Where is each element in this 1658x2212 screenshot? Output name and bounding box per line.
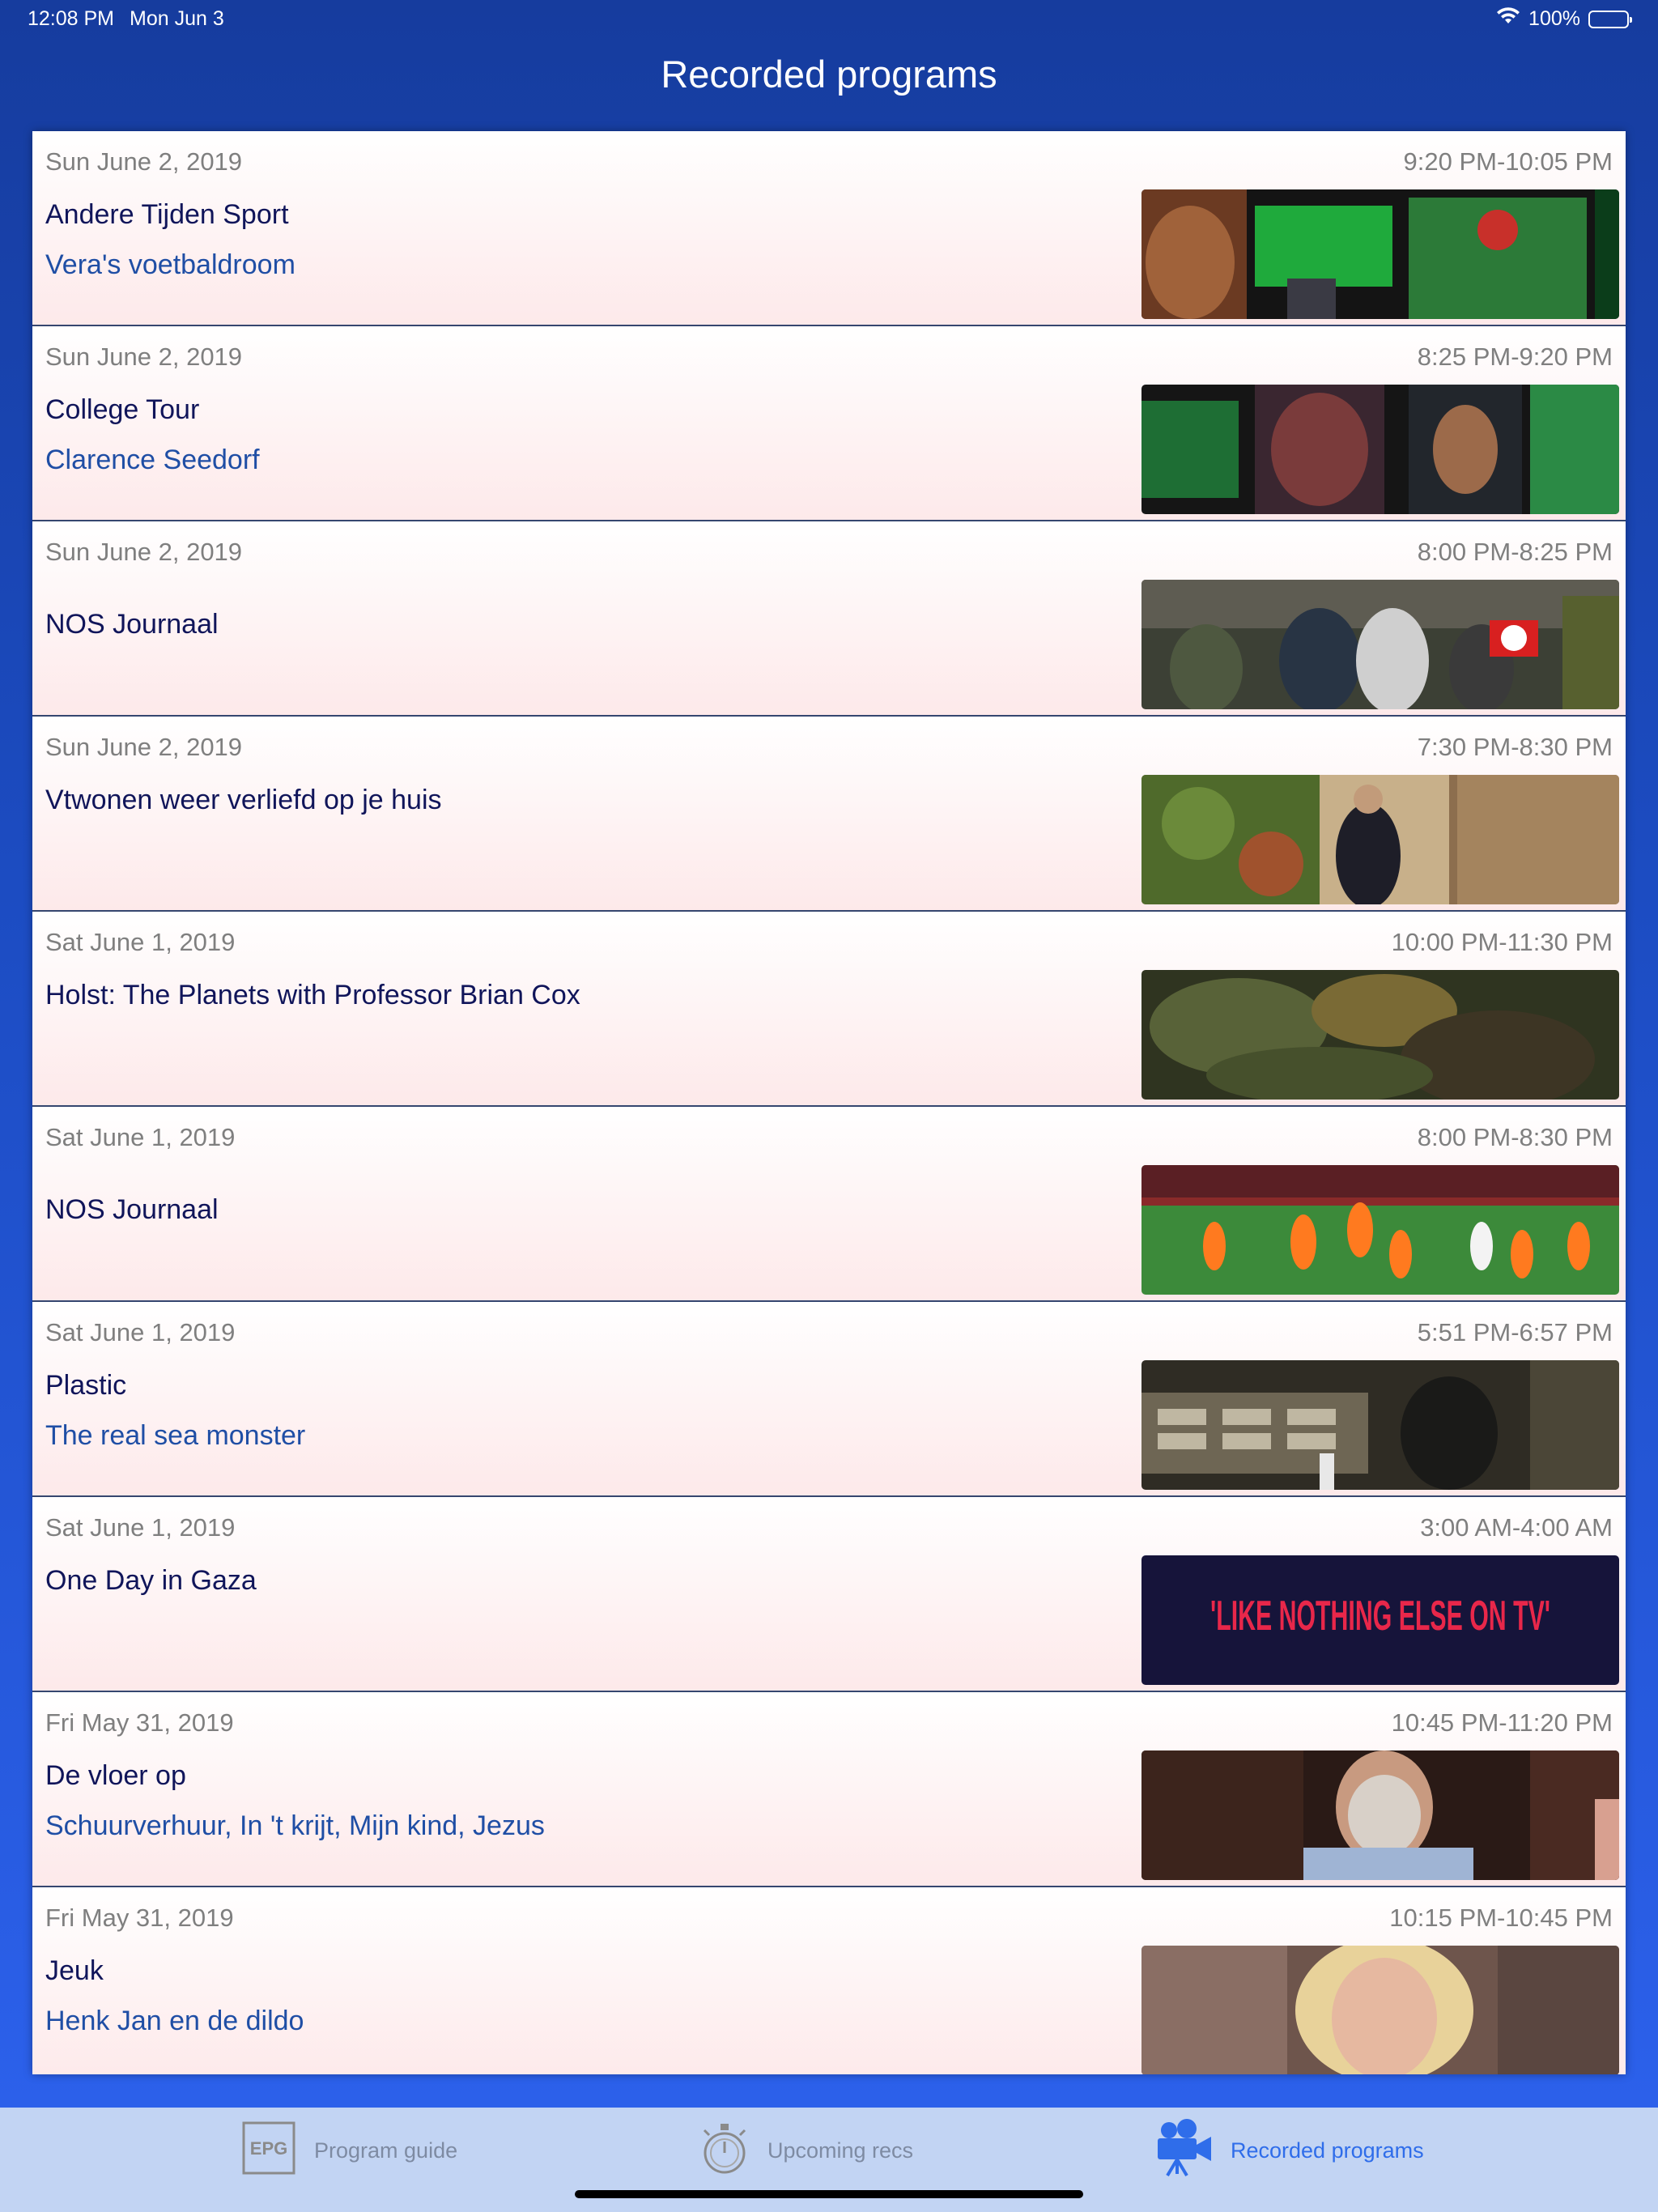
recording-row[interactable]: Sun June 2, 2019 7:30 PM-8:30 PM Vtwonen… — [32, 717, 1626, 912]
tab-label: Upcoming recs — [767, 2138, 914, 2163]
recording-thumbnail[interactable] — [1141, 189, 1619, 319]
recording-time: 10:00 PM-11:30 PM — [1391, 928, 1613, 956]
recording-thumbnail[interactable] — [1141, 580, 1619, 709]
status-time: 12:08 PM — [28, 7, 115, 30]
battery-percent: 100% — [1528, 7, 1580, 30]
recording-time: 9:20 PM-10:05 PM — [1403, 147, 1613, 176]
epg-icon: EPG — [241, 2121, 296, 2181]
recording-subtitle: Vera's voetbaldroom — [45, 249, 295, 280]
recording-row[interactable]: Sun June 2, 2019 9:20 PM-10:05 PM Andere… — [32, 131, 1626, 326]
recording-title: NOS Journaal — [45, 1194, 219, 1225]
thumbnail-caption: 'LIKE NOTHING ELSE ON TV' — [1210, 1593, 1550, 1640]
recording-time: 3:00 AM-4:00 AM — [1420, 1513, 1613, 1542]
recording-thumbnail[interactable] — [1141, 1750, 1619, 1880]
recording-title: Holst: The Planets with Professor Brian … — [45, 980, 580, 1010]
recording-subtitle: The real sea monster — [45, 1420, 306, 1451]
recording-thumbnail[interactable] — [1141, 775, 1619, 904]
tab-recorded-programs[interactable]: Recorded programs — [1154, 2118, 1424, 2179]
status-right: 100% — [1496, 7, 1632, 31]
recording-thumbnail[interactable] — [1141, 1946, 1619, 2074]
recording-thumbnail[interactable] — [1141, 385, 1619, 514]
recording-row[interactable]: Sat June 1, 2019 5:51 PM-6:57 PM Plastic… — [32, 1302, 1626, 1497]
recording-time: 10:15 PM-10:45 PM — [1389, 1904, 1613, 1932]
recording-title: NOS Journaal — [45, 609, 219, 640]
recording-title: Vtwonen weer verliefd op je huis — [45, 785, 442, 815]
battery-icon — [1588, 10, 1632, 28]
recording-title: Andere Tijden Sport — [45, 199, 289, 230]
recording-thumbnail[interactable] — [1141, 1360, 1619, 1490]
tab-label: Recorded programs — [1231, 2138, 1424, 2163]
recording-date: Fri May 31, 2019 — [45, 1708, 234, 1737]
recording-row[interactable]: Fri May 31, 2019 10:15 PM-10:45 PM Jeuk … — [32, 1887, 1626, 2074]
recording-time: 8:00 PM-8:30 PM — [1417, 1123, 1613, 1151]
recording-time: 5:51 PM-6:57 PM — [1417, 1318, 1613, 1346]
recording-title: Plastic — [45, 1370, 127, 1401]
recording-subtitle: Henk Jan en de dildo — [45, 2006, 304, 2036]
recording-date: Sun June 2, 2019 — [45, 538, 243, 566]
recording-row[interactable]: Sat June 1, 2019 3:00 AM-4:00 AM One Day… — [32, 1497, 1626, 1692]
tab-label: Program guide — [314, 2138, 458, 2163]
recording-time: 10:45 PM-11:20 PM — [1391, 1708, 1613, 1737]
status-bar: 12:08 PM Mon Jun 3 100% — [0, 0, 1658, 39]
recording-thumbnail[interactable] — [1141, 1165, 1619, 1295]
recording-thumbnail[interactable] — [1141, 970, 1619, 1100]
recording-date: Sat June 1, 2019 — [45, 1123, 236, 1151]
video-camera-icon — [1154, 2118, 1213, 2183]
recording-time: 8:25 PM-9:20 PM — [1417, 342, 1613, 371]
recording-row[interactable]: Sat June 1, 2019 8:00 PM-8:30 PM NOS Jou… — [32, 1107, 1626, 1302]
recording-date: Fri May 31, 2019 — [45, 1904, 234, 1932]
page-title: Recorded programs — [661, 53, 997, 96]
recordings-list[interactable]: Sun June 2, 2019 9:20 PM-10:05 PM Andere… — [32, 131, 1626, 2074]
status-date: Mon Jun 3 — [130, 7, 224, 30]
recording-row[interactable]: Sun June 2, 2019 8:00 PM-8:25 PM NOS Jou… — [32, 521, 1626, 717]
recording-row[interactable]: Fri May 31, 2019 10:45 PM-11:20 PM De vl… — [32, 1692, 1626, 1887]
recording-row[interactable]: Sun June 2, 2019 8:25 PM-9:20 PM College… — [32, 326, 1626, 521]
wifi-icon — [1496, 7, 1520, 31]
home-indicator[interactable] — [575, 2190, 1083, 2198]
recording-title: One Day in Gaza — [45, 1565, 257, 1596]
recording-title: De vloer op — [45, 1760, 186, 1791]
epg-icon-text: EPG — [250, 2138, 287, 2159]
recording-subtitle: Schuurverhuur, In 't krijt, Mijn kind, J… — [45, 1810, 545, 1841]
recording-date: Sat June 1, 2019 — [45, 928, 236, 956]
stopwatch-icon — [699, 2121, 750, 2181]
recording-date: Sun June 2, 2019 — [45, 147, 243, 176]
recording-date: Sun June 2, 2019 — [45, 342, 243, 371]
recording-title: College Tour — [45, 394, 200, 425]
recording-date: Sat June 1, 2019 — [45, 1318, 236, 1346]
recording-time: 8:00 PM-8:25 PM — [1417, 538, 1613, 566]
recording-date: Sat June 1, 2019 — [45, 1513, 236, 1542]
tab-upcoming-recs[interactable]: Upcoming recs — [699, 2122, 913, 2179]
recording-thumbnail[interactable]: 'LIKE NOTHING ELSE ON TV' — [1141, 1555, 1619, 1685]
recording-title: Jeuk — [45, 1955, 104, 1986]
recording-time: 7:30 PM-8:30 PM — [1417, 733, 1613, 761]
recording-date: Sun June 2, 2019 — [45, 733, 243, 761]
tab-program-guide[interactable]: EPG Program guide — [241, 2121, 458, 2181]
tab-bar: EPG Program guide Upcoming recs Recorded… — [0, 2108, 1658, 2212]
recording-subtitle: Clarence Seedorf — [45, 445, 260, 475]
recording-row[interactable]: Sat June 1, 2019 10:00 PM-11:30 PM Holst… — [32, 912, 1626, 1107]
